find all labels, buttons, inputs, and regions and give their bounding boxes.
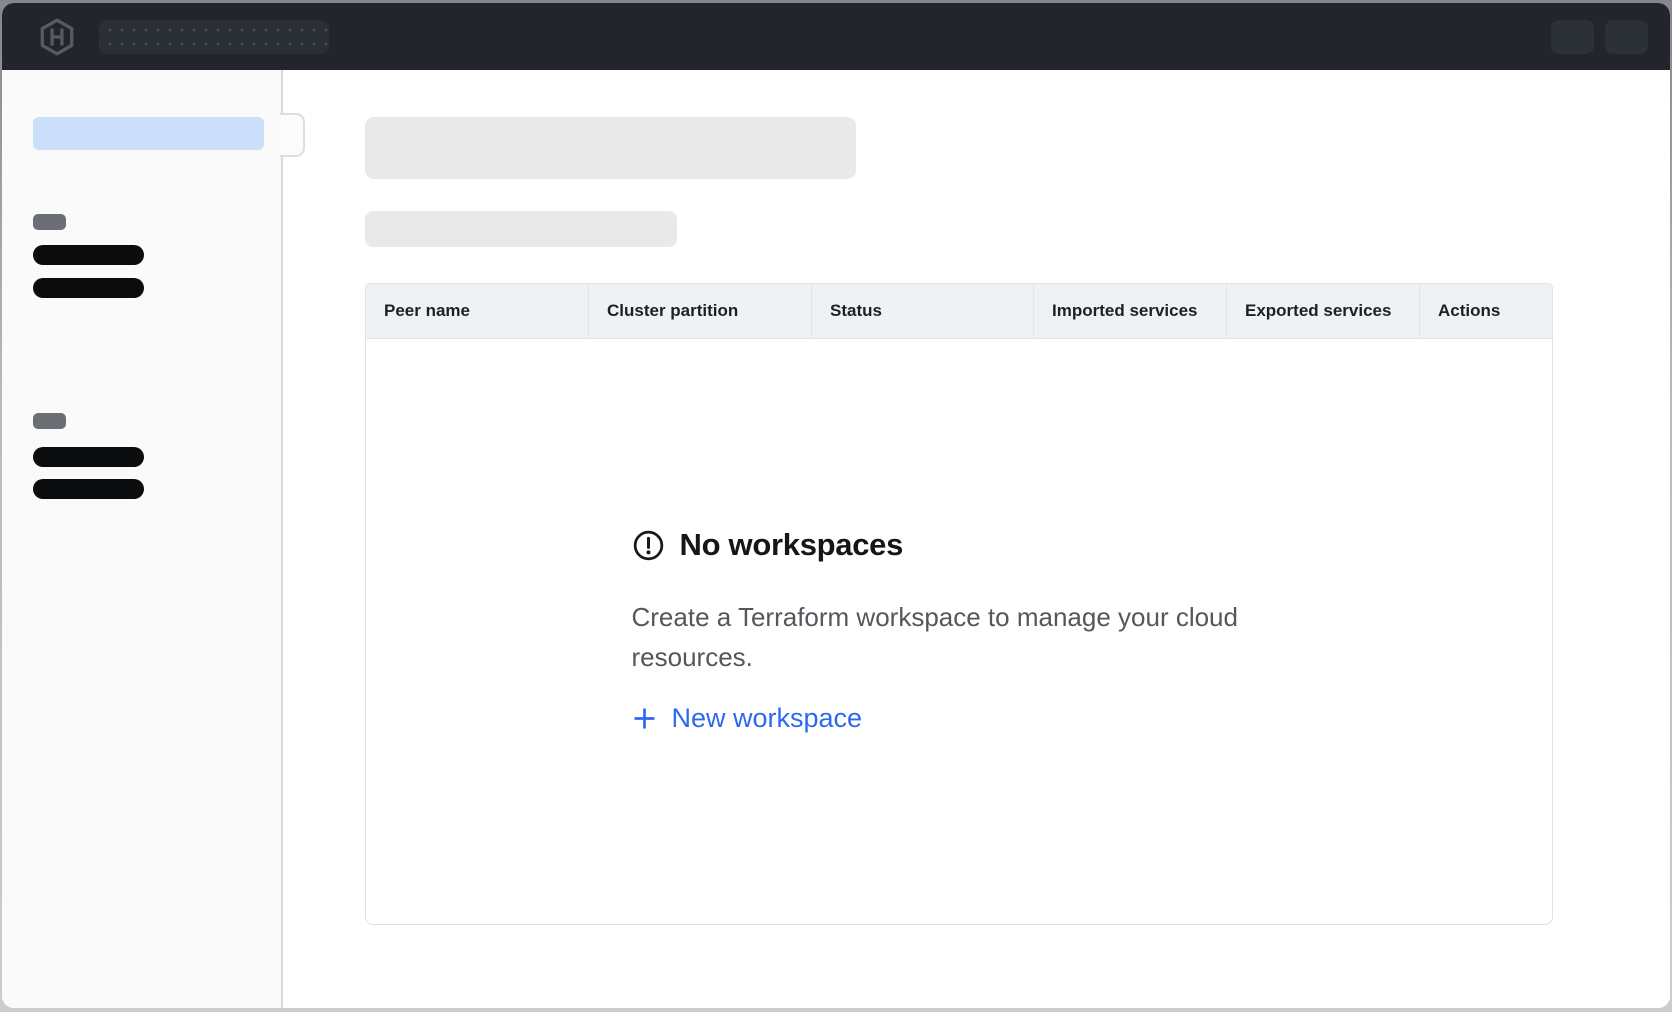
alert-circle-icon	[632, 529, 665, 562]
hashicorp-logo-icon[interactable]	[38, 18, 76, 56]
app-window: Peer name Cluster partition Status Impor…	[2, 3, 1670, 1008]
column-header-actions: Actions	[1420, 283, 1553, 339]
page-title-skeleton	[365, 117, 856, 179]
sidebar-item-skeleton[interactable]	[33, 479, 144, 499]
plus-icon	[632, 706, 657, 731]
new-workspace-label: New workspace	[672, 703, 863, 734]
topbar-action-button-1[interactable]	[1551, 20, 1594, 54]
table-body: No workspaces Create a Terraform workspa…	[365, 339, 1553, 925]
sidebar-item-skeleton[interactable]	[33, 447, 144, 467]
peers-table: Peer name Cluster partition Status Impor…	[365, 283, 1553, 925]
column-header-imported-services: Imported services	[1034, 283, 1227, 339]
sidebar-nav	[2, 70, 283, 1008]
column-header-status: Status	[812, 283, 1034, 339]
new-workspace-button[interactable]: New workspace	[632, 703, 863, 734]
sidebar-item-skeleton[interactable]	[33, 245, 144, 265]
top-nav-bar	[2, 3, 1670, 70]
column-header-peer-name: Peer name	[365, 283, 589, 339]
table-header-row: Peer name Cluster partition Status Impor…	[365, 283, 1553, 339]
empty-state: No workspaces Create a Terraform workspa…	[632, 527, 1287, 736]
sidebar-section-label-skeleton	[33, 413, 66, 429]
page-subtitle-skeleton	[365, 211, 677, 247]
main-content: Peer name Cluster partition Status Impor…	[285, 70, 1670, 1008]
sidebar-collapse-handle[interactable]	[280, 113, 305, 157]
sidebar-section-label-skeleton	[33, 214, 66, 230]
sidebar-item-skeleton[interactable]	[33, 278, 144, 298]
empty-state-title: No workspaces	[680, 527, 904, 563]
empty-state-description: Create a Terraform workspace to manage y…	[632, 597, 1260, 677]
topbar-action-button-2[interactable]	[1605, 20, 1648, 54]
column-header-cluster-partition: Cluster partition	[589, 283, 812, 339]
column-header-exported-services: Exported services	[1227, 283, 1420, 339]
global-search-skeleton[interactable]	[99, 20, 329, 54]
sidebar-active-item-skeleton[interactable]	[33, 117, 264, 150]
